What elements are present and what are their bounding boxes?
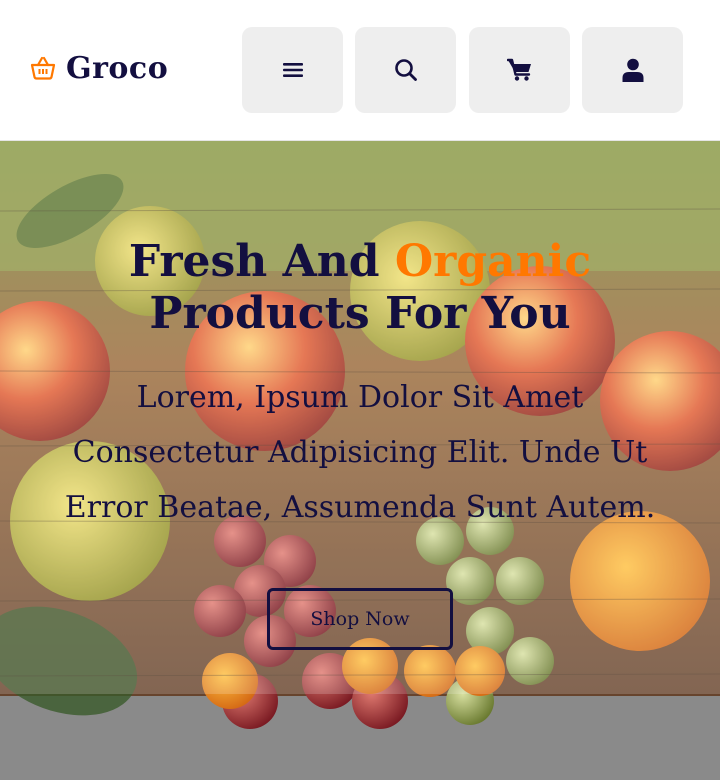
- menu-icon: [282, 61, 304, 79]
- hero-section: Fresh And Organic Products For You Lorem…: [0, 141, 720, 780]
- hero-title-accent: Organic: [394, 236, 592, 287]
- search-icon: [394, 58, 418, 82]
- menu-button[interactable]: [242, 27, 343, 113]
- cart-icon: [506, 58, 533, 82]
- logo-text: Groco: [66, 50, 169, 86]
- hero-content: Fresh And Organic Products For You Lorem…: [0, 236, 720, 535]
- logo[interactable]: Groco: [30, 48, 168, 88]
- user-icon: [622, 58, 644, 82]
- site-header: Groco: [0, 0, 720, 141]
- basket-icon: [30, 55, 56, 81]
- hero-title-part1: Fresh And: [128, 236, 395, 287]
- hero-description: Lorem, Ipsum Dolor Sit Amet Consectetur …: [64, 380, 656, 525]
- user-button[interactable]: [582, 27, 683, 113]
- hero-title-part2: Products For You: [149, 288, 571, 339]
- cart-button[interactable]: [469, 27, 570, 113]
- hero-title: Fresh And Organic Products For You: [0, 236, 720, 340]
- search-button[interactable]: [355, 27, 456, 113]
- shop-now-button[interactable]: Shop Now: [267, 588, 453, 650]
